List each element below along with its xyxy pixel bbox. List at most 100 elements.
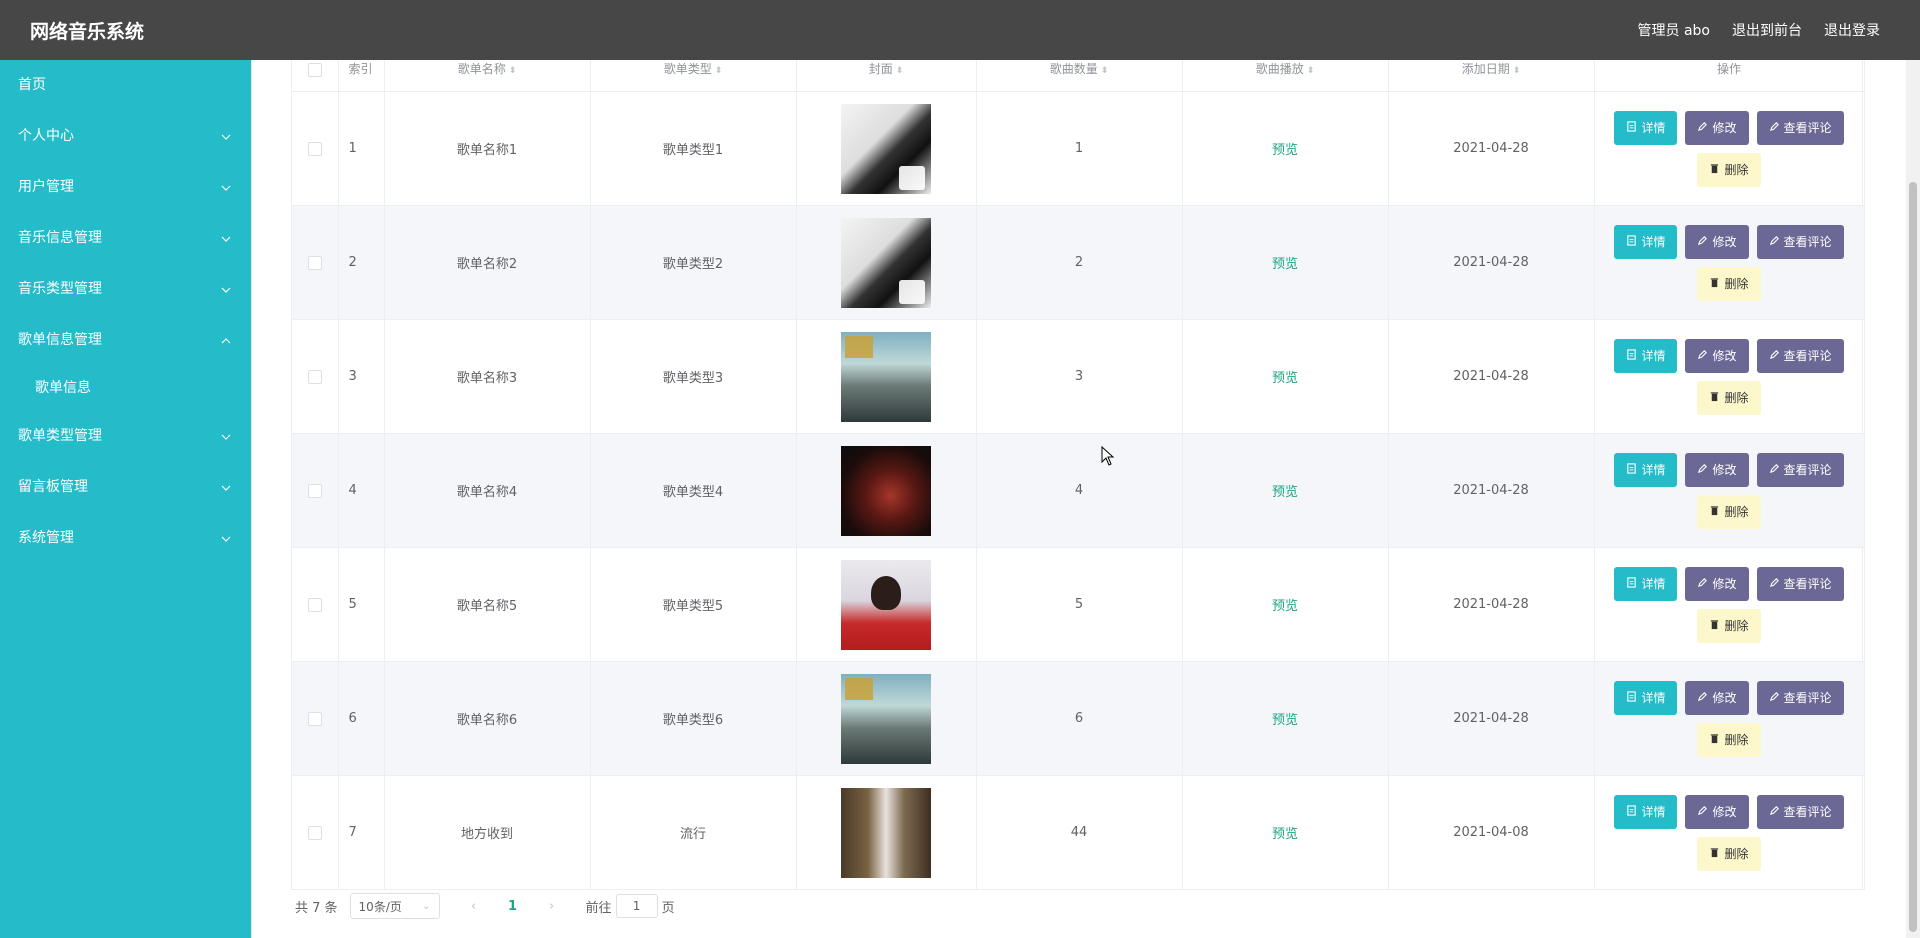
sidebar-item-label: 音乐信息管理 [18, 230, 102, 246]
row-ops: 详情 修改 查看评论删除 [1594, 661, 1865, 776]
exit-to-front-link[interactable]: 退出到前台 [1732, 20, 1802, 40]
sort-icon[interactable]: ⬍ [896, 66, 904, 76]
row-select[interactable] [292, 775, 339, 890]
row-checkbox[interactable] [307, 597, 322, 612]
row-cover [796, 91, 977, 206]
cover-image [841, 217, 931, 308]
view-comments-button[interactable]: 查看评论 [1756, 338, 1844, 373]
view-comments-button[interactable]: 查看评论 [1756, 680, 1844, 715]
chevron-down-icon [221, 411, 231, 462]
row-select[interactable] [292, 433, 339, 548]
detail-button[interactable]: 详情 [1614, 224, 1678, 259]
view-comments-button[interactable]: 查看评论 [1756, 224, 1844, 259]
detail-button[interactable]: 详情 [1614, 794, 1678, 829]
row-checkbox[interactable] [307, 825, 322, 840]
table-row: 6 歌单名称6 歌单类型6 6 预览 2021-04-28 详情 修改 查看评论 删除 [292, 661, 1865, 776]
page-number-current[interactable]: 1 [498, 899, 528, 914]
scrollbar-thumb[interactable] [1909, 182, 1917, 932]
sidebar-item-4[interactable]: 音乐类型管理 [0, 264, 251, 315]
logout-link[interactable]: 退出登录 [1824, 20, 1880, 40]
view-comments-button[interactable]: 查看评论 [1756, 110, 1844, 145]
header-cover[interactable]: 封面 ⬍ [796, 60, 977, 92]
admin-user-label[interactable]: 管理员 abo [1638, 20, 1710, 40]
sort-icon[interactable]: ⬍ [1513, 66, 1521, 76]
sidebar-item-6[interactable]: 歌单信息 [0, 366, 251, 411]
sidebar-item-7[interactable]: 歌单类型管理 [0, 411, 251, 462]
next-page-button[interactable]: › [538, 899, 566, 914]
detail-button[interactable]: 详情 [1614, 680, 1678, 715]
chevron-down-icon [221, 162, 231, 213]
delete-button[interactable]: 删除 [1697, 722, 1761, 757]
row-date: 2021-04-28 [1388, 319, 1595, 434]
detail-button[interactable]: 详情 [1614, 566, 1678, 601]
delete-button[interactable]: 删除 [1697, 152, 1761, 187]
sidebar-item-label: 个人中心 [18, 128, 74, 144]
preview-link[interactable]: 预览 [1272, 371, 1298, 386]
preview-link[interactable]: 预览 [1272, 827, 1298, 842]
delete-button[interactable]: 删除 [1697, 608, 1761, 643]
delete-button[interactable]: 删除 [1697, 494, 1761, 529]
row-select[interactable] [292, 661, 339, 776]
row-select[interactable] [292, 205, 339, 320]
sidebar-item-2[interactable]: 用户管理 [0, 162, 251, 213]
preview-link[interactable]: 预览 [1272, 485, 1298, 500]
sidebar-item-5[interactable]: 歌单信息管理 [0, 315, 251, 366]
select-all-header[interactable] [292, 60, 339, 92]
sidebar-item-0[interactable]: 首页 [0, 60, 251, 111]
header-name[interactable]: 歌单名称 ⬍ [384, 60, 591, 92]
sidebar-item-1[interactable]: 个人中心 [0, 111, 251, 162]
prev-page-button[interactable]: ‹ [460, 899, 488, 914]
sidebar-item-3[interactable]: 音乐信息管理 [0, 213, 251, 264]
edit-button[interactable]: 修改 [1685, 794, 1749, 829]
row-checkbox[interactable] [307, 255, 322, 270]
sidebar-item-9[interactable]: 系统管理 [0, 513, 251, 564]
sidebar-item-8[interactable]: 留言板管理 [0, 462, 251, 513]
delete-button[interactable]: 删除 [1697, 380, 1761, 415]
trash-icon [1709, 733, 1720, 747]
delete-button[interactable]: 删除 [1697, 266, 1761, 301]
select-all-checkbox[interactable] [307, 63, 322, 77]
row-checkbox[interactable] [307, 711, 322, 726]
view-comments-button[interactable]: 查看评论 [1756, 452, 1844, 487]
row-checkbox[interactable] [307, 369, 322, 384]
row-select[interactable] [292, 319, 339, 434]
document-icon [1626, 462, 1637, 477]
edit-button[interactable]: 修改 [1685, 680, 1749, 715]
view-comments-button[interactable]: 查看评论 [1756, 794, 1844, 829]
page-size-select[interactable]: 10条/页 ⌄ [349, 893, 440, 919]
header-count[interactable]: 歌曲数量 ⬍ [976, 60, 1183, 92]
preview-link[interactable]: 预览 [1272, 599, 1298, 614]
preview-link[interactable]: 预览 [1272, 713, 1298, 728]
edit-button[interactable]: 修改 [1685, 224, 1749, 259]
preview-link[interactable]: 预览 [1272, 143, 1298, 158]
sort-icon[interactable]: ⬍ [509, 66, 517, 76]
row-count: 1 [976, 91, 1183, 206]
header-play[interactable]: 歌曲播放 ⬍ [1182, 60, 1389, 92]
vertical-scrollbar[interactable] [1906, 60, 1920, 938]
sort-icon[interactable]: ⬍ [1101, 66, 1109, 76]
sort-icon[interactable]: ⬍ [1307, 66, 1315, 76]
row-checkbox[interactable] [307, 141, 322, 156]
header-type[interactable]: 歌单类型 ⬍ [590, 60, 797, 92]
edit-button[interactable]: 修改 [1685, 110, 1749, 145]
delete-button[interactable]: 删除 [1697, 836, 1761, 871]
detail-button[interactable]: 详情 [1614, 110, 1678, 145]
sort-icon[interactable]: ⬍ [715, 66, 723, 76]
preview-link[interactable]: 预览 [1272, 257, 1298, 272]
edit-button[interactable]: 修改 [1685, 452, 1749, 487]
row-select[interactable] [292, 547, 339, 662]
row-index: 1 [338, 91, 385, 206]
row-type: 歌单类型1 [590, 91, 797, 206]
edit-button[interactable]: 修改 [1685, 338, 1749, 373]
detail-button[interactable]: 详情 [1614, 452, 1678, 487]
edit-button[interactable]: 修改 [1685, 566, 1749, 601]
row-checkbox[interactable] [307, 483, 322, 498]
row-select[interactable] [292, 91, 339, 206]
detail-button[interactable]: 详情 [1614, 338, 1678, 373]
view-comments-button[interactable]: 查看评论 [1756, 566, 1844, 601]
mouse-cursor-icon [1101, 446, 1115, 466]
header-date[interactable]: 添加日期 ⬍ [1388, 60, 1595, 92]
pencil-icon [1769, 691, 1780, 705]
goto-page-input[interactable] [615, 894, 658, 918]
total-count: 共 7 条 [295, 900, 338, 916]
